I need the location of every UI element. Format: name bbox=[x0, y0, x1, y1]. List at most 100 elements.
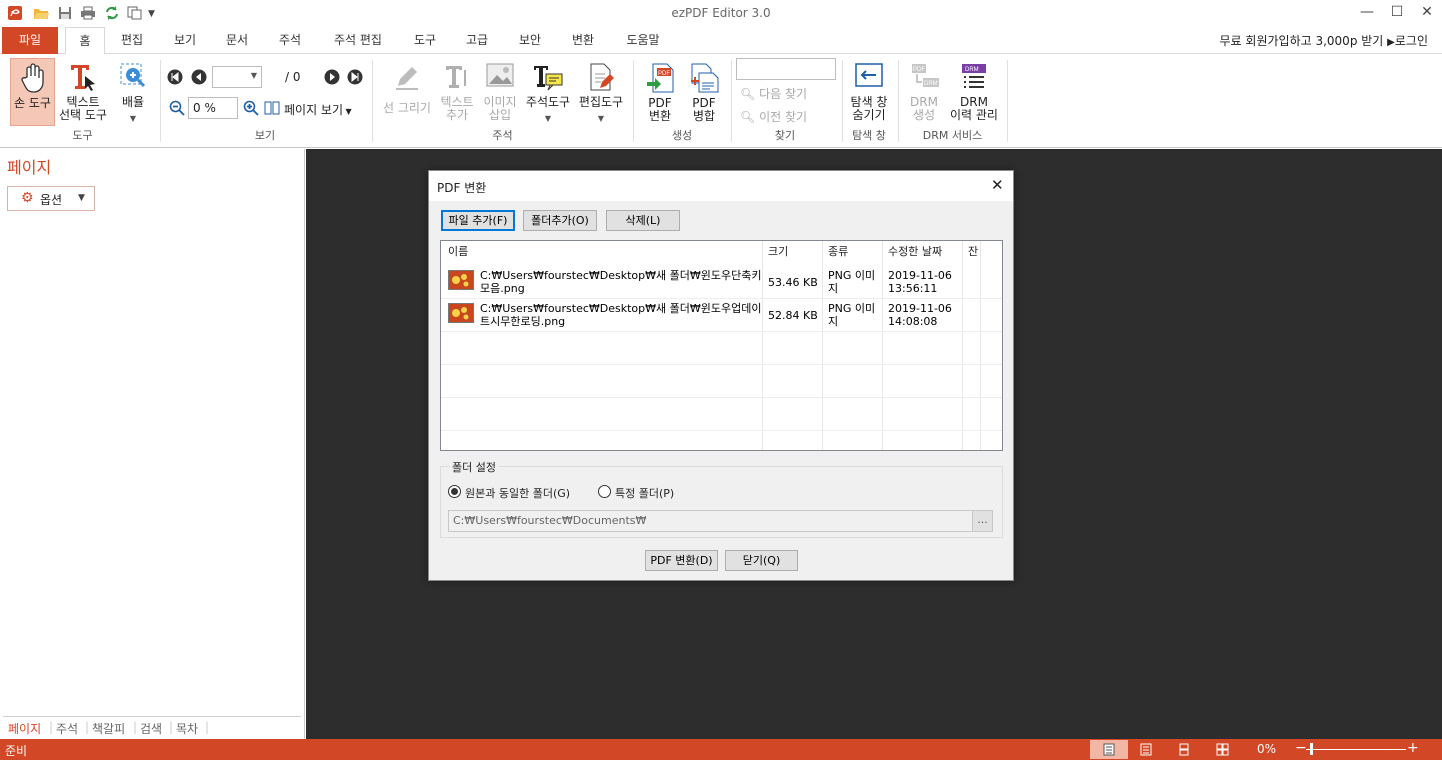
zoom-button[interactable]: 배율 ▼ bbox=[113, 60, 153, 126]
close-button[interactable]: 닫기(Q) bbox=[725, 550, 798, 571]
options-button[interactable]: ⚙ 옵션 ▼ bbox=[7, 186, 95, 211]
panel-tab-annotations[interactable]: 주석 bbox=[56, 720, 78, 737]
page-number-input[interactable]: ▼ bbox=[212, 66, 262, 88]
zoom-icon bbox=[119, 62, 147, 92]
table-row[interactable]: C:₩Users₩fourstec₩Desktop₩새 폴더₩윈도우단축키 모음… bbox=[441, 266, 1002, 298]
panel-tab-bookmarks[interactable]: 책갈피 bbox=[92, 720, 125, 737]
group-drm-label: DRM 서비스 bbox=[922, 129, 983, 142]
file-type-line-1: PNG 이미 bbox=[828, 302, 876, 315]
specific-folder-radio[interactable] bbox=[598, 485, 611, 498]
two-page-view-button[interactable] bbox=[1178, 743, 1190, 759]
prev-page-icon[interactable] bbox=[191, 69, 207, 88]
header-extra[interactable]: 잔 bbox=[968, 241, 978, 265]
output-path-text: C:₩Users₩fourstec₩Documents₩ bbox=[453, 514, 647, 527]
specific-folder-label[interactable]: 특정 폴더(P) bbox=[615, 485, 674, 501]
tab-divider: | bbox=[133, 720, 138, 734]
status-text: 준비 bbox=[5, 744, 28, 758]
next-page-icon[interactable] bbox=[324, 69, 340, 88]
panel-tab-pages[interactable]: 페이지 bbox=[8, 720, 41, 737]
draw-line-button[interactable]: 선 그리기 bbox=[380, 60, 434, 126]
two-page-icon bbox=[1179, 743, 1189, 756]
tab-divider: | bbox=[205, 720, 210, 734]
header-size[interactable]: 크기 bbox=[768, 241, 788, 265]
signup-link[interactable]: 무료 회원가입하고 3,000p 받기 bbox=[1220, 34, 1384, 48]
dialog-close-icon[interactable]: ✕ bbox=[991, 176, 1004, 194]
pdf-merge-icon bbox=[689, 62, 719, 94]
annotation-tool-icon bbox=[532, 62, 564, 92]
hide-navigation-button[interactable]: 탐색 창 숨기기 bbox=[846, 60, 892, 126]
file-size: 53.46 KB bbox=[768, 276, 818, 289]
panel-tabs: 페이지 | 주석 | 책갈피 | 검색 | 목차 | bbox=[3, 716, 301, 736]
convert-button[interactable]: PDF 변환(D) bbox=[645, 550, 718, 571]
text-select-label-2: 선택 도구 bbox=[59, 108, 107, 122]
drm-history-button[interactable]: DRM DRM 이력 관리 bbox=[946, 60, 1002, 126]
tab-security[interactable]: 보안 bbox=[510, 27, 550, 54]
maximize-button[interactable]: ☐ bbox=[1382, 4, 1412, 24]
pdf-convert-button[interactable]: PDF PDF 변환 bbox=[640, 60, 680, 126]
file-list[interactable]: 이름 크기 종류 수정한 날짜 잔 C:₩Users₩fourstec₩Desk… bbox=[440, 240, 1003, 451]
tab-annotation[interactable]: 주석 bbox=[270, 27, 310, 54]
zoom-in-icon[interactable] bbox=[243, 100, 259, 119]
page-view-label: 페이지 보기 bbox=[284, 103, 344, 117]
continuous-view-button[interactable] bbox=[1140, 743, 1152, 759]
file-name-line-1: C:₩Users₩fourstec₩Desktop₩새 폴더₩윈도우단축키 bbox=[480, 269, 762, 282]
options-label: 옵션 bbox=[40, 193, 63, 207]
panel-tab-toc[interactable]: 목차 bbox=[176, 720, 198, 737]
zoom-input[interactable]: 0 % bbox=[188, 97, 238, 119]
tab-annotation-edit[interactable]: 주석 편집 bbox=[325, 27, 391, 54]
png-file-icon bbox=[448, 303, 474, 323]
find-next-label: 다음 찾기 bbox=[759, 87, 808, 101]
close-window-button[interactable]: ✕ bbox=[1412, 4, 1442, 24]
page-view-button[interactable]: 페이지 보기 ▼ bbox=[284, 101, 352, 118]
output-path-field[interactable]: C:₩Users₩fourstec₩Documents₩ ... bbox=[448, 510, 993, 532]
tab-tools[interactable]: 도구 bbox=[405, 27, 445, 54]
header-date[interactable]: 수정한 날짜 bbox=[888, 241, 942, 265]
tab-view[interactable]: 보기 bbox=[165, 27, 205, 54]
header-type[interactable]: 종류 bbox=[828, 241, 848, 265]
first-page-icon[interactable] bbox=[167, 69, 183, 88]
zoom-slider-track[interactable] bbox=[1306, 749, 1406, 750]
table-row[interactable]: C:₩Users₩fourstec₩Desktop₩새 폴더₩윈도우업데이 트시… bbox=[441, 299, 1002, 331]
tab-file[interactable]: 파일 bbox=[2, 27, 58, 54]
text-select-tool-button[interactable]: 텍스트 선택 도구 bbox=[56, 60, 110, 126]
last-page-icon[interactable] bbox=[347, 69, 363, 88]
file-type-line-2: 지 bbox=[828, 282, 839, 295]
pdf-merge-button[interactable]: PDF 병합 bbox=[684, 60, 724, 126]
delete-button[interactable]: 삭제(L) bbox=[606, 210, 680, 231]
hand-tool-button[interactable]: 손 도구 bbox=[10, 58, 55, 126]
zoom-plus-button[interactable]: + bbox=[1407, 740, 1419, 756]
drm-create-button[interactable]: PDF DRM DRM 생성 bbox=[903, 60, 945, 126]
grid-view-button[interactable] bbox=[1216, 743, 1229, 759]
find-prev-button[interactable]: 🔍︎ 이전 찾기 bbox=[740, 108, 807, 125]
insert-image-button[interactable]: 이미지 삽입 bbox=[480, 60, 520, 126]
login-link[interactable]: 로그인 bbox=[1395, 34, 1428, 48]
single-page-view-button[interactable] bbox=[1090, 740, 1128, 759]
header-name[interactable]: 이름 bbox=[448, 241, 468, 265]
add-folder-button[interactable]: 폴더추가(O) bbox=[523, 210, 597, 231]
zoom-out-icon[interactable] bbox=[169, 100, 185, 119]
tab-help[interactable]: 도움말 bbox=[618, 27, 668, 54]
tab-document[interactable]: 문서 bbox=[217, 27, 257, 54]
add-file-button[interactable]: 파일 추가(F) bbox=[441, 210, 515, 231]
tab-edit[interactable]: 편집 bbox=[112, 27, 152, 54]
edit-tool-button[interactable]: 편집도구 ▼ bbox=[576, 60, 626, 126]
minimize-button[interactable]: — bbox=[1352, 4, 1382, 24]
tab-divider: | bbox=[169, 720, 174, 734]
browse-button[interactable]: ... bbox=[972, 511, 992, 531]
tab-divider: | bbox=[49, 720, 54, 734]
same-folder-label[interactable]: 원본과 동일한 폴더(G) bbox=[465, 485, 570, 501]
find-next-button[interactable]: 🔍︎ 다음 찾기 bbox=[740, 85, 807, 102]
zoom-minus-button[interactable]: − bbox=[1295, 740, 1307, 756]
annotation-tool-button[interactable]: 주석도구 ▼ bbox=[522, 60, 574, 126]
add-text-button[interactable]: 텍스트 추가 bbox=[437, 60, 477, 126]
tab-advanced[interactable]: 고급 bbox=[457, 27, 497, 54]
panel-tab-search[interactable]: 검색 bbox=[140, 720, 162, 737]
tab-convert[interactable]: 변환 bbox=[563, 27, 603, 54]
page-view-dropdown-icon: ▼ bbox=[343, 107, 352, 116]
zoom-slider-thumb[interactable] bbox=[1310, 743, 1313, 755]
tab-home[interactable]: 홈 bbox=[65, 27, 105, 55]
ribbon-separator bbox=[160, 60, 161, 142]
ribbon-separator bbox=[842, 60, 843, 142]
same-folder-radio[interactable] bbox=[448, 485, 461, 498]
find-input[interactable] bbox=[736, 58, 836, 80]
